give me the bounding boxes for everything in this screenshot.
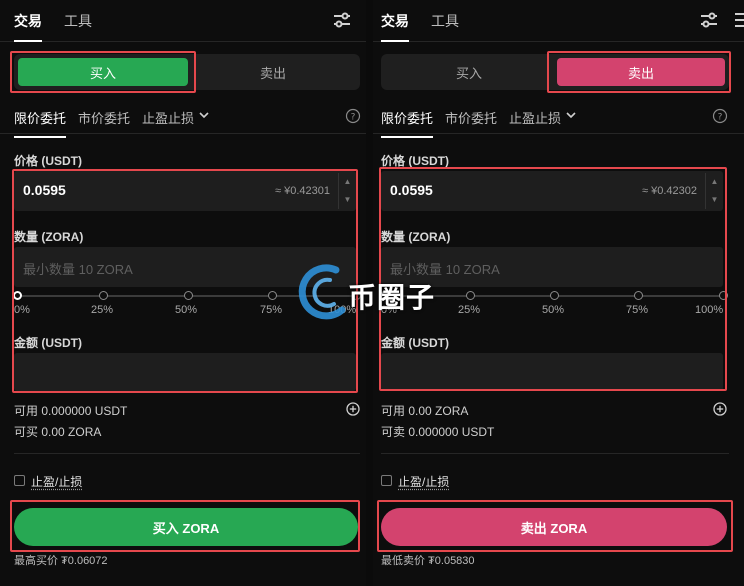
slider-stop-25[interactable] <box>466 291 475 300</box>
settings-sliders-icon[interactable] <box>332 10 352 30</box>
slider-label: 100% <box>695 304 724 316</box>
sell-zora-button[interactable]: 卖出 ZORA <box>381 508 727 546</box>
price-label: 价格 (USDT) <box>381 154 449 168</box>
order-type-tabs: 限价委托 市价委托 止盈止损 <box>373 104 744 138</box>
quantity-label: 数量 (ZORA) <box>381 230 451 244</box>
buy-zora-button[interactable]: 买入 ZORA <box>14 508 358 546</box>
price-stepper[interactable]: ▲ ▼ <box>338 173 356 209</box>
sell-panel: 交易 工具 买入 卖出 限价委托 市价委托 止盈止损 ? 价格 (USDT) 0… <box>373 0 744 586</box>
tab-market-order[interactable]: 市价委托 <box>78 108 130 127</box>
slider-stop-50[interactable] <box>550 291 559 300</box>
amount-input[interactable] <box>381 353 723 391</box>
chevron-down-icon[interactable] <box>565 110 577 120</box>
tab-tools[interactable]: 工具 <box>431 11 459 31</box>
amount-label: 金额 (USDT) <box>381 336 449 350</box>
slider-label: 50% <box>542 304 565 316</box>
quantity-placeholder: 最小数量 10 ZORA <box>390 262 500 277</box>
quantity-input[interactable]: 最小数量 10 ZORA <box>14 247 356 287</box>
slider-stop-50[interactable] <box>184 291 193 300</box>
chevron-down-icon[interactable]: ▼ <box>339 191 356 209</box>
tab-trade[interactable]: 交易 <box>381 11 409 42</box>
tab-stop-order[interactable]: 止盈止损 <box>509 108 561 127</box>
slider-label: 75% <box>260 304 283 316</box>
tp-sl-label[interactable]: 止盈/止损 <box>31 473 82 490</box>
slider-label: 50% <box>175 304 198 316</box>
price-value: 0.0595 <box>390 182 433 198</box>
tp-sl-label[interactable]: 止盈/止损 <box>398 473 449 490</box>
chevron-up-icon[interactable]: ▲ <box>706 173 723 191</box>
svg-text:?: ? <box>718 113 723 123</box>
quantity-placeholder: 最小数量 10 ZORA <box>23 262 133 277</box>
help-icon[interactable]: ? <box>712 108 728 124</box>
chevron-down-icon[interactable]: ▼ <box>706 191 723 209</box>
tp-sl-checkbox[interactable] <box>14 475 25 486</box>
buy-panel: 交易 工具 买入 卖出 限价委托 市价委托 止盈止损 ? 价格 (USDT) 0… <box>0 0 366 586</box>
menu-icon[interactable] <box>733 10 744 30</box>
tab-limit-order[interactable]: 限价委托 <box>14 108 67 138</box>
tab-trade[interactable]: 交易 <box>14 11 42 42</box>
chevron-down-icon[interactable] <box>198 110 210 120</box>
best-bid-price: 最高买价 ₮0.06072 <box>14 555 108 567</box>
deposit-plus-icon[interactable] <box>713 402 727 416</box>
slider-stop-75[interactable] <box>634 291 643 300</box>
deposit-plus-icon[interactable] <box>346 402 360 416</box>
order-type-tabs: 限价委托 市价委托 止盈止损 <box>0 104 366 138</box>
tab-limit-order[interactable]: 限价委托 <box>381 108 434 138</box>
price-approx-cny: ≈ ¥0.42301 <box>275 185 330 197</box>
quantity-input[interactable]: 最小数量 10 ZORA <box>381 247 723 287</box>
slider-label: 25% <box>91 304 114 316</box>
slider-handle[interactable] <box>380 291 389 300</box>
slider-stop-25[interactable] <box>99 291 108 300</box>
tab-stop-order[interactable]: 止盈止损 <box>142 108 194 127</box>
tab-market-order[interactable]: 市价委托 <box>445 108 497 127</box>
slider-label: 75% <box>626 304 649 316</box>
buy-sell-toggle: 买入 卖出 <box>381 54 729 90</box>
price-input[interactable]: 0.0595 ≈ ¥0.42302 ▲ ▼ <box>381 171 723 211</box>
sell-side-button[interactable]: 卖出 <box>557 58 725 86</box>
max-sell-amount: 可卖 0.000000 USDT <box>381 425 495 439</box>
top-tab-bar: 交易 工具 <box>373 0 744 42</box>
slider-label: 100% <box>328 304 357 316</box>
slider-label: 0% <box>381 304 397 316</box>
help-icon[interactable]: ? <box>345 108 361 124</box>
best-ask-price: 最低卖价 ₮0.05830 <box>381 555 475 567</box>
buy-side-button[interactable]: 买入 <box>18 58 188 86</box>
price-input[interactable]: 0.0595 ≈ ¥0.42301 ▲ ▼ <box>14 171 356 211</box>
buy-side-button[interactable]: 买入 <box>385 58 553 86</box>
divider <box>381 453 729 454</box>
price-stepper[interactable]: ▲ ▼ <box>705 173 723 209</box>
price-value: 0.0595 <box>23 182 66 198</box>
buy-sell-toggle: 买入 卖出 <box>14 54 360 90</box>
amount-input[interactable] <box>14 353 356 391</box>
slider-stop-100[interactable] <box>719 291 728 300</box>
available-balance: 可用 0.00 ZORA <box>381 404 469 418</box>
divider <box>14 453 360 454</box>
available-balance: 可用 0.000000 USDT <box>14 404 128 418</box>
tp-sl-checkbox[interactable] <box>381 475 392 486</box>
slider-stop-75[interactable] <box>268 291 277 300</box>
slider-stop-100[interactable] <box>352 291 361 300</box>
slider-label: 25% <box>458 304 481 316</box>
chevron-up-icon[interactable]: ▲ <box>339 173 356 191</box>
price-label: 价格 (USDT) <box>14 154 82 168</box>
slider-handle[interactable] <box>13 291 22 300</box>
max-buy-amount: 可买 0.00 ZORA <box>14 425 102 439</box>
top-tab-bar: 交易 工具 <box>0 0 366 42</box>
svg-text:?: ? <box>351 113 356 123</box>
slider-label: 0% <box>14 304 30 316</box>
quantity-label: 数量 (ZORA) <box>14 230 84 244</box>
sell-side-button[interactable]: 卖出 <box>190 58 356 86</box>
settings-sliders-icon[interactable] <box>699 10 719 30</box>
amount-label: 金额 (USDT) <box>14 336 82 350</box>
price-approx-cny: ≈ ¥0.42302 <box>642 185 697 197</box>
tab-tools[interactable]: 工具 <box>64 11 92 31</box>
